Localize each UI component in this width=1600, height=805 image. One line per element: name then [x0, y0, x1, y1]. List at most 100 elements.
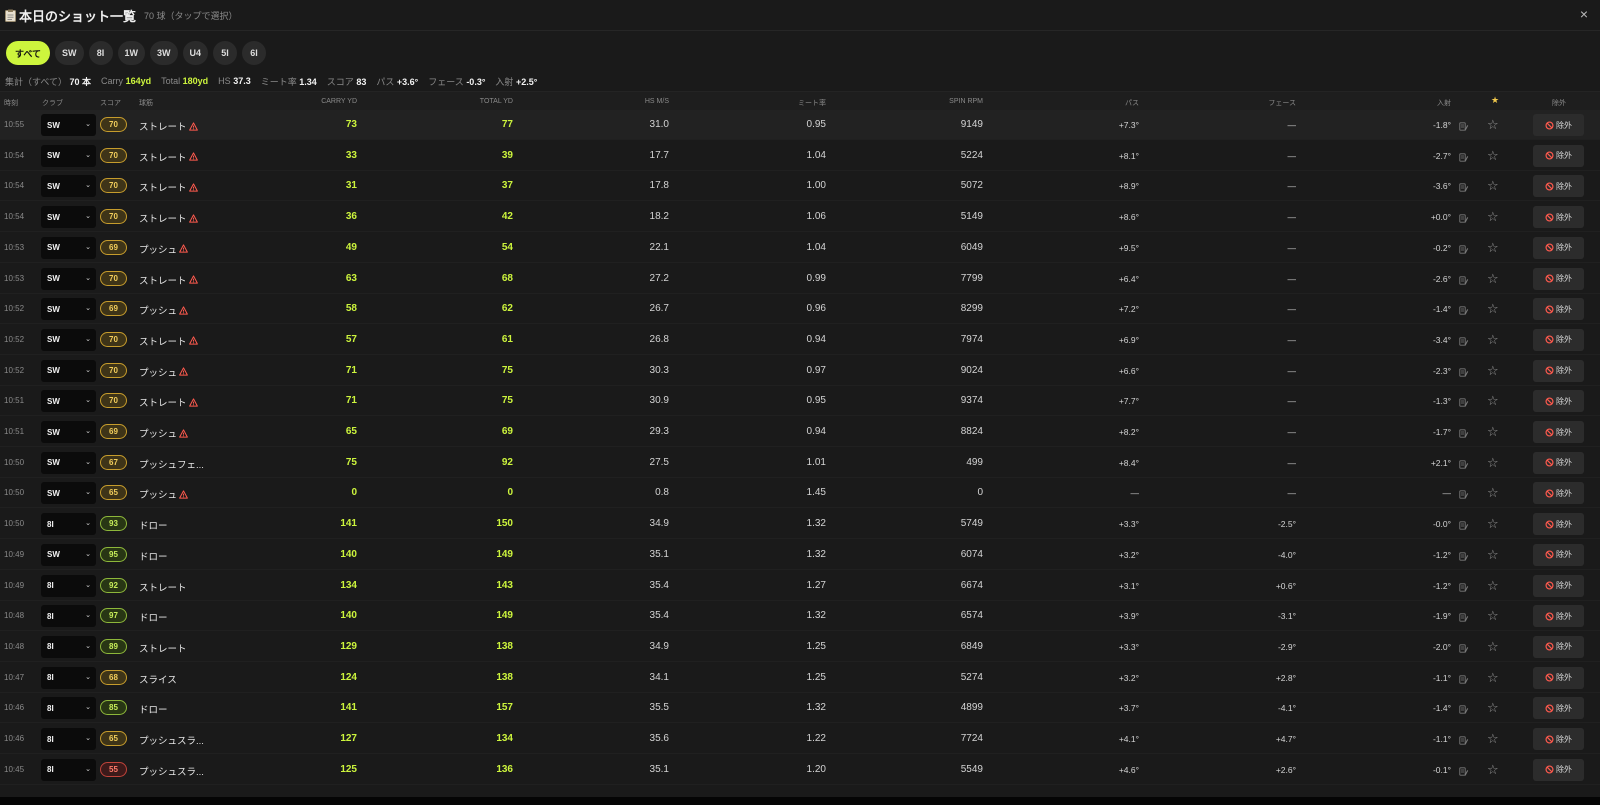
club-select[interactable]: 8I ⌄ — [41, 513, 96, 536]
table-row[interactable]: 10:54 SW ⌄ 70 ストレート 36 42 18.2 1.06 5149 +8.6° — +0.… — [0, 202, 1600, 233]
club-select[interactable]: SW ⌄ — [41, 175, 96, 198]
club-select[interactable]: SW ⌄ — [41, 267, 96, 290]
table-row[interactable]: 10:48 8I ⌄ 97 ドロー 140 149 35.4 1.32 6574 +3.9° -3.1… — [0, 601, 1600, 632]
table-row[interactable]: 10:49 SW ⌄ 95 ドロー 140 149 35.1 1.32 6074 +3.2° -4.0… — [0, 540, 1600, 570]
table-row[interactable]: 10:46 8I ⌄ 85 ドロー 141 157 35.5 1.32 4899 +3.7° -4.1… — [0, 693, 1600, 724]
exclude-button[interactable]: 除外 — [1533, 175, 1584, 198]
memo-icon[interactable] — [1459, 334, 1469, 346]
exclude-button[interactable]: 除外 — [1533, 482, 1584, 505]
filter-chip-7[interactable]: 6I — [242, 41, 267, 65]
col-header-carry[interactable]: CARRY YD — [321, 98, 357, 105]
club-select[interactable]: 8I ⌄ — [41, 574, 96, 597]
col-header-time[interactable]: 時刻 — [4, 98, 18, 108]
club-select[interactable]: SW ⌄ — [41, 359, 96, 382]
memo-icon[interactable] — [1459, 610, 1469, 622]
memo-icon[interactable] — [1459, 242, 1469, 254]
table-row[interactable]: 10:53 SW ⌄ 69 プッシュ 49 54 22.1 1.04 6049 +9.5° — -0.2… — [0, 233, 1600, 263]
memo-icon[interactable] — [1459, 365, 1469, 377]
star-icon[interactable]: ☆ — [1487, 608, 1499, 623]
table-row[interactable]: 10:50 SW ⌄ 67 プッシュフェ... 75 92 27.5 1.01 499 +8.4° —… — [0, 448, 1600, 478]
star-icon[interactable]: ☆ — [1487, 424, 1499, 439]
memo-icon[interactable] — [1459, 180, 1469, 193]
exclude-button[interactable]: 除外 — [1533, 298, 1584, 321]
star-icon[interactable]: ☆ — [1487, 516, 1499, 531]
col-header-score[interactable]: スコア — [100, 98, 121, 108]
exclude-button[interactable]: 除外 — [1533, 666, 1584, 689]
star-icon[interactable]: ☆ — [1487, 393, 1499, 408]
star-icon[interactable]: ☆ — [1487, 363, 1499, 378]
exclude-button[interactable]: 除外 — [1533, 635, 1584, 658]
club-select[interactable]: SW ⌄ — [41, 144, 96, 167]
exclude-button[interactable]: 除外 — [1533, 144, 1584, 167]
col-header-shape[interactable]: 球筋 — [139, 98, 153, 108]
col-header-face[interactable]: フェース — [1268, 98, 1296, 108]
memo-icon[interactable] — [1459, 457, 1469, 469]
exclude-button[interactable]: 除外 — [1533, 359, 1584, 382]
memo-icon[interactable] — [1459, 273, 1469, 285]
star-icon[interactable]: ☆ — [1487, 485, 1499, 500]
exclude-button[interactable]: 除外 — [1533, 758, 1584, 781]
exclude-button[interactable]: 除外 — [1533, 236, 1584, 259]
star-icon[interactable]: ☆ — [1487, 578, 1499, 593]
exclude-button[interactable]: 除外 — [1533, 390, 1584, 413]
memo-icon[interactable] — [1459, 549, 1469, 561]
table-row[interactable]: 10:52 SW ⌄ 70 プッシュ 71 75 30.3 0.97 9024 +6.6° — -2.3… — [0, 356, 1600, 386]
exclude-button[interactable]: 除外 — [1533, 697, 1584, 720]
col-header-spin[interactable]: SPIN RPM — [949, 98, 983, 105]
filter-chip-0[interactable]: すべて — [6, 41, 51, 65]
club-select[interactable]: SW ⌄ — [41, 543, 96, 566]
exclude-button[interactable]: 除外 — [1533, 513, 1584, 536]
memo-icon[interactable] — [1459, 733, 1469, 745]
memo-icon[interactable] — [1459, 641, 1469, 653]
table-row[interactable]: 10:49 8I ⌄ 92 ストレート 134 143 35.4 1.27 6674 +3.1° +0… — [0, 571, 1600, 601]
memo-icon[interactable] — [1459, 303, 1469, 315]
club-select[interactable]: SW ⌄ — [41, 236, 96, 259]
memo-icon[interactable] — [1459, 702, 1469, 715]
table-row[interactable]: 10:50 8I ⌄ 93 ドロー 141 150 34.9 1.32 5749 +3.3° -2.5… — [0, 509, 1600, 540]
col-header-smash[interactable]: ミート率 — [798, 98, 826, 108]
club-select[interactable]: 8I ⌄ — [41, 635, 96, 658]
filter-chip-2[interactable]: 8I — [88, 41, 113, 65]
exclude-button[interactable]: 除外 — [1533, 328, 1584, 351]
star-icon[interactable]: ☆ — [1487, 547, 1499, 562]
table-row[interactable]: 10:53 SW ⌄ 70 ストレート 63 68 27.2 0.99 7799 +6.4° — -2.… — [0, 264, 1600, 294]
club-select[interactable]: SW ⌄ — [41, 298, 96, 321]
col-header-path[interactable]: パス — [1125, 98, 1139, 108]
table-row[interactable]: 10:54 SW ⌄ 70 ストレート 31 37 17.8 1.00 5072 +8.9° — -3.… — [0, 171, 1600, 202]
filter-chip-1[interactable]: SW — [55, 41, 84, 65]
memo-icon[interactable] — [1459, 764, 1469, 776]
filter-chip-5[interactable]: U4 — [182, 41, 209, 65]
table-row[interactable]: 10:54 SW ⌄ 70 ストレート 33 39 17.7 1.04 5224 +8.1° — -2.… — [0, 141, 1600, 171]
col-header-hs[interactable]: HS M/S — [645, 98, 669, 105]
filter-chip-6[interactable]: 5I — [213, 41, 238, 65]
table-row[interactable]: 10:52 SW ⌄ 70 ストレート 57 61 26.8 0.94 7974 +6.9° — -3.… — [0, 325, 1600, 355]
table-row[interactable]: 10:55 SW ⌄ 70 ストレート 73 77 31.0 0.95 9149 +7.3° — -1.… — [0, 110, 1600, 140]
table-row[interactable]: 10:46 8I ⌄ 65 プッシュスラ... 127 134 35.6 1.22 7724 +4.… — [0, 724, 1600, 754]
star-icon[interactable]: ☆ — [1487, 731, 1499, 746]
col-header-total[interactable]: TOTAL YD — [480, 98, 513, 105]
table-row[interactable]: 10:47 8I ⌄ 68 スライス 124 138 34.1 1.25 5274 +3.2° +2.… — [0, 663, 1600, 693]
table-row[interactable]: 10:51 SW ⌄ 70 ストレート 71 75 30.9 0.95 9374 +7.7° — -1.… — [0, 386, 1600, 417]
star-icon[interactable]: ☆ — [1487, 178, 1499, 193]
club-select[interactable]: SW ⌄ — [41, 482, 96, 505]
club-select[interactable]: 8I ⌄ — [41, 605, 96, 628]
exclude-button[interactable]: 除外 — [1533, 574, 1584, 597]
club-select[interactable]: SW ⌄ — [41, 328, 96, 351]
star-icon[interactable]: ☆ — [1487, 271, 1499, 286]
exclude-button[interactable]: 除外 — [1533, 421, 1584, 443]
memo-icon[interactable] — [1459, 487, 1469, 500]
star-icon[interactable]: ☆ — [1487, 240, 1499, 255]
star-icon[interactable]: ☆ — [1487, 639, 1499, 654]
exclude-button[interactable]: 除外 — [1533, 728, 1584, 750]
memo-icon[interactable] — [1459, 211, 1469, 223]
table-row[interactable]: 10:45 8I ⌄ 55 プッシュスラ... 125 136 35.1 1.20 5549 +4.… — [0, 755, 1600, 785]
filter-chip-3[interactable]: 1W — [117, 41, 146, 65]
close-icon[interactable]: × — [1580, 6, 1588, 22]
memo-icon[interactable] — [1459, 426, 1469, 438]
star-icon[interactable]: ☆ — [1487, 301, 1499, 316]
star-icon[interactable]: ☆ — [1487, 670, 1499, 685]
club-select[interactable]: SW ⌄ — [41, 390, 96, 413]
club-select[interactable]: SW ⌄ — [41, 114, 96, 136]
table-row[interactable]: 10:52 SW ⌄ 69 プッシュ 58 62 26.7 0.96 8299 +7.2° — -1.4… — [0, 294, 1600, 325]
star-icon[interactable]: ☆ — [1487, 332, 1499, 347]
